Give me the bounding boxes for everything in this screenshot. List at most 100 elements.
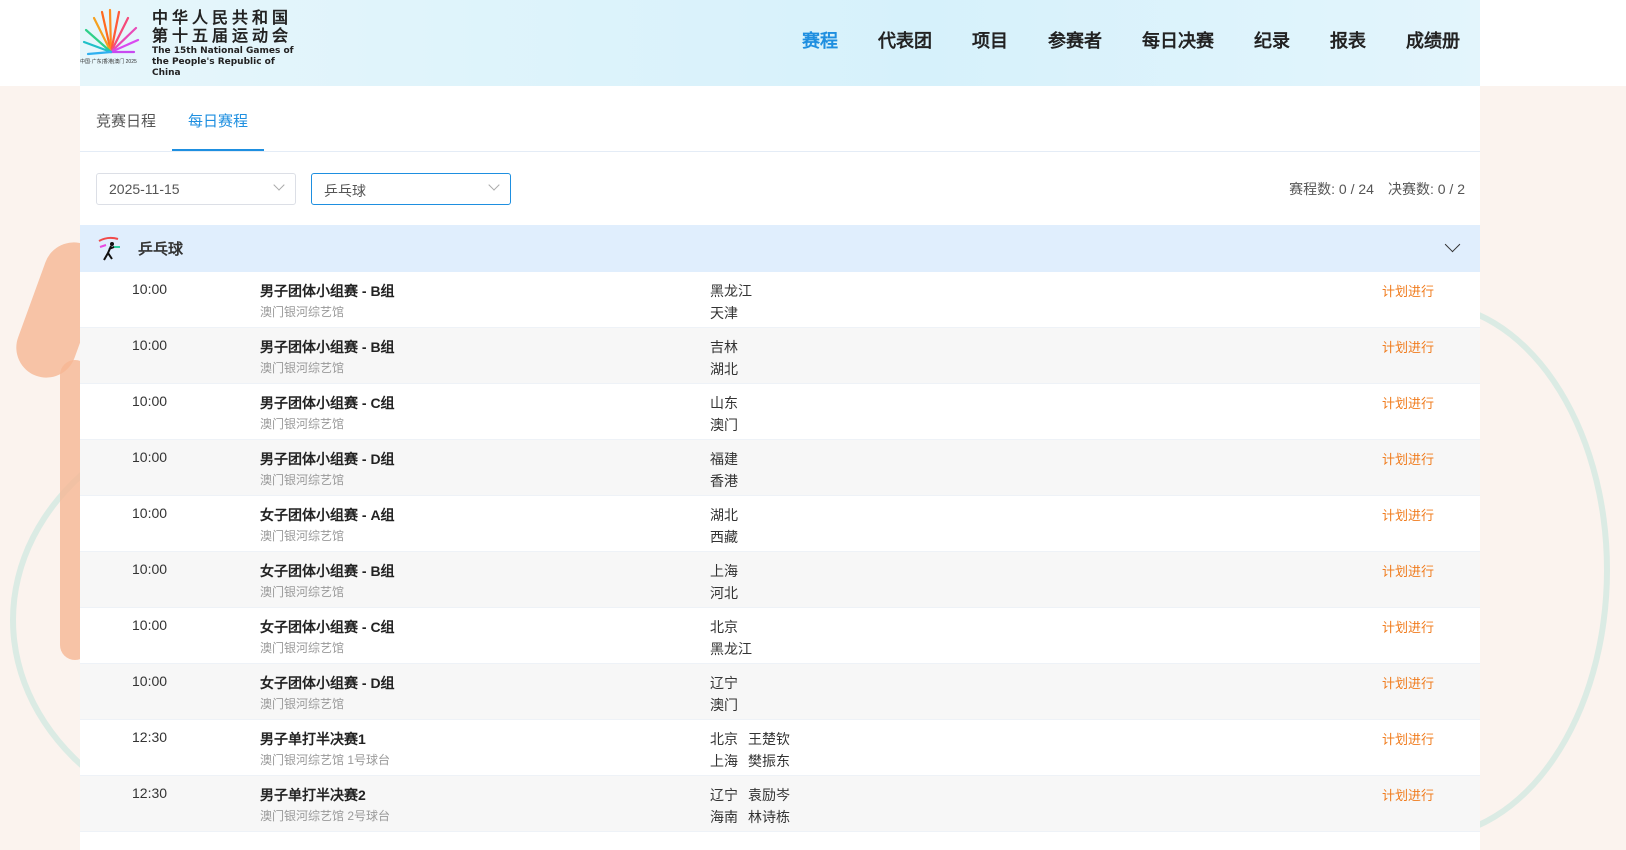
event-venue: 澳门银河综艺馆 2号球台: [260, 809, 391, 823]
team-name: 山东: [710, 395, 738, 411]
sport-group-title: 乒乓球: [138, 241, 184, 258]
nav-records[interactable]: 纪录: [1254, 27, 1290, 53]
nav-results-book[interactable]: 成绩册: [1406, 27, 1460, 53]
event-time: 12:30: [132, 729, 168, 745]
event-time: 12:30: [132, 785, 168, 801]
team-name: 澳门: [710, 417, 738, 433]
schedule-row[interactable]: 10:00 男子团体小组赛 - B组 澳门银河综艺馆 吉林 湖北 计划进行: [80, 328, 1480, 384]
team-name: 海南: [710, 809, 738, 825]
filter-bar: 2025-11-15 乒乓球 赛程数: 0 / 24 决赛数: 0 / 2: [80, 152, 1480, 225]
schedule-row[interactable]: 12:30 男子单打半决赛1 澳门银河综艺馆 1号球台 北京 王楚钦 上海 樊振东 …: [80, 720, 1480, 776]
event-venue: 澳门银河综艺馆: [260, 473, 345, 487]
event-status[interactable]: 计划进行: [1382, 729, 1434, 748]
event-name[interactable]: 女子团体小组赛 - B组: [260, 561, 395, 581]
team-name: 吉林: [710, 339, 738, 355]
nav-schedule[interactable]: 赛程: [802, 27, 838, 53]
team-name: 北京: [710, 731, 738, 747]
team-name: 湖北: [710, 507, 738, 523]
schedule-row[interactable]: 10:00 男子团体小组赛 - D组 澳门银河综艺馆 福建 香港 计划进行: [80, 440, 1480, 496]
event-venue: 澳门银河综艺馆: [260, 305, 345, 319]
schedule-count: 赛程数: 0 / 24: [1289, 181, 1374, 197]
schedule-tabs: 竞赛日程 每日赛程: [80, 86, 1480, 152]
event-time: 10:00: [132, 561, 168, 577]
player-name: 樊振东: [748, 753, 790, 769]
logo-title-cn: 中华人民共和国: [152, 10, 293, 27]
schedule-row[interactable]: 10:00 男子团体小组赛 - C组 澳门银河综艺馆 山东 澳门 计划进行: [80, 384, 1480, 440]
event-status[interactable]: 计划进行: [1382, 281, 1434, 300]
date-select-value: 2025-11-15: [109, 181, 180, 197]
team-name: 湖北: [710, 361, 738, 377]
event-time: 10:00: [132, 505, 168, 521]
team-name: 天津: [710, 305, 738, 321]
player-name: 王楚钦: [748, 731, 790, 747]
sport-select-value: 乒乓球: [324, 183, 366, 199]
tab-daily-schedule[interactable]: 每日赛程: [172, 110, 265, 151]
event-status[interactable]: 计划进行: [1382, 561, 1434, 580]
schedule-row[interactable]: 10:00 女子团体小组赛 - D组 澳门银河综艺馆 辽宁 澳门 计划进行: [80, 664, 1480, 720]
event-status[interactable]: 计划进行: [1382, 393, 1434, 412]
event-time: 10:00: [132, 393, 168, 409]
logo-title-en: the People's Republic of China: [152, 57, 275, 78]
event-name[interactable]: 男子团体小组赛 - D组: [260, 449, 395, 469]
event-name[interactable]: 男子单打半决赛2: [260, 785, 366, 805]
chevron-down-icon: [273, 179, 285, 191]
team-name: 北京: [710, 619, 738, 635]
event-status[interactable]: 计划进行: [1382, 449, 1434, 468]
event-name[interactable]: 女子团体小组赛 - C组: [260, 617, 395, 637]
sport-group-header[interactable]: 乒乓球: [80, 225, 1480, 272]
team-name: 辽宁: [710, 787, 738, 803]
nav-reports[interactable]: 报表: [1330, 27, 1366, 53]
event-time: 10:00: [132, 449, 168, 465]
chevron-down-icon: [488, 179, 500, 191]
event-venue: 澳门银河综艺馆: [260, 641, 345, 655]
schedule-panel: 竞赛日程 每日赛程 2025-11-15 乒乓球 赛程数: 0 / 24 决赛数:…: [80, 86, 1480, 850]
logo-title-cn: 第十五届运动会: [152, 28, 293, 45]
team-name: 黑龙江: [710, 283, 752, 299]
event-status[interactable]: 计划进行: [1382, 617, 1434, 636]
team-name: 辽宁: [710, 675, 738, 691]
finals-count: 决赛数: 0 / 2: [1387, 181, 1465, 197]
event-status[interactable]: 计划进行: [1382, 337, 1434, 356]
schedule-counts: 赛程数: 0 / 24 决赛数: 0 / 2: [1275, 179, 1465, 199]
event-name[interactable]: 男子团体小组赛 - C组: [260, 393, 395, 413]
event-time: 10:00: [132, 673, 168, 689]
schedule-row[interactable]: 10:00 男子团体小组赛 - B组 澳门银河综艺馆 黑龙江 天津 计划进行: [80, 272, 1480, 328]
event-name[interactable]: 男子单打半决赛1: [260, 729, 366, 749]
date-select[interactable]: 2025-11-15: [96, 173, 296, 205]
event-status[interactable]: 计划进行: [1382, 673, 1434, 692]
nav-participants[interactable]: 参赛者: [1048, 27, 1102, 53]
nav-sports[interactable]: 项目: [972, 27, 1008, 53]
site-logo[interactable]: 中国·广东|香港|澳门 2025 中华人民共和国 第十五届运动会 The 15t…: [80, 0, 300, 80]
event-status[interactable]: 计划进行: [1382, 505, 1434, 524]
event-name[interactable]: 女子团体小组赛 - D组: [260, 673, 395, 693]
event-name[interactable]: 男子团体小组赛 - B组: [260, 281, 395, 301]
team-name: 河北: [710, 585, 738, 601]
schedule-row[interactable]: 12:30 男子单打半决赛2 澳门银河综艺馆 2号球台 辽宁 袁励岑 海南 林诗栋 …: [80, 776, 1480, 832]
team-name: 香港: [710, 473, 738, 489]
nav-delegations[interactable]: 代表团: [878, 27, 932, 53]
event-name[interactable]: 男子团体小组赛 - B组: [260, 337, 395, 357]
event-venue: 澳门银河综艺馆: [260, 361, 345, 375]
team-name: 西藏: [710, 529, 738, 545]
event-venue: 澳门银河综艺馆: [260, 585, 345, 599]
schedule-row[interactable]: 10:00 女子团体小组赛 - A组 澳门银河综艺馆 湖北 西藏 计划进行: [80, 496, 1480, 552]
event-time: 10:00: [132, 281, 168, 297]
event-venue: 澳门银河综艺馆: [260, 529, 345, 543]
event-name[interactable]: 女子团体小组赛 - A组: [260, 505, 395, 525]
schedule-row[interactable]: 10:00 女子团体小组赛 - B组 澳门银河综艺馆 上海 河北 计划进行: [80, 552, 1480, 608]
event-venue: 澳门银河综艺馆 1号球台: [260, 753, 391, 767]
schedule-row[interactable]: 10:00 女子团体小组赛 - C组 澳门银河综艺馆 北京 黑龙江 计划进行: [80, 608, 1480, 664]
team-name: 澳门: [710, 697, 738, 713]
event-venue: 澳门银河综艺馆: [260, 417, 345, 431]
player-name: 林诗栋: [748, 809, 790, 825]
logo-title-en: The 15th National Games of: [152, 46, 294, 56]
player-name: 袁励岑: [748, 787, 790, 803]
event-status[interactable]: 计划进行: [1382, 785, 1434, 804]
team-name: 上海: [710, 753, 738, 769]
site-header: 中国·广东|香港|澳门 2025 中华人民共和国 第十五届运动会 The 15t…: [0, 0, 1626, 86]
nav-daily-finals[interactable]: 每日决赛: [1142, 27, 1214, 53]
tab-competition-schedule[interactable]: 竞赛日程: [80, 110, 172, 151]
sport-select[interactable]: 乒乓球: [311, 173, 511, 205]
event-time: 10:00: [132, 337, 168, 353]
chevron-down-icon[interactable]: [1444, 236, 1461, 253]
